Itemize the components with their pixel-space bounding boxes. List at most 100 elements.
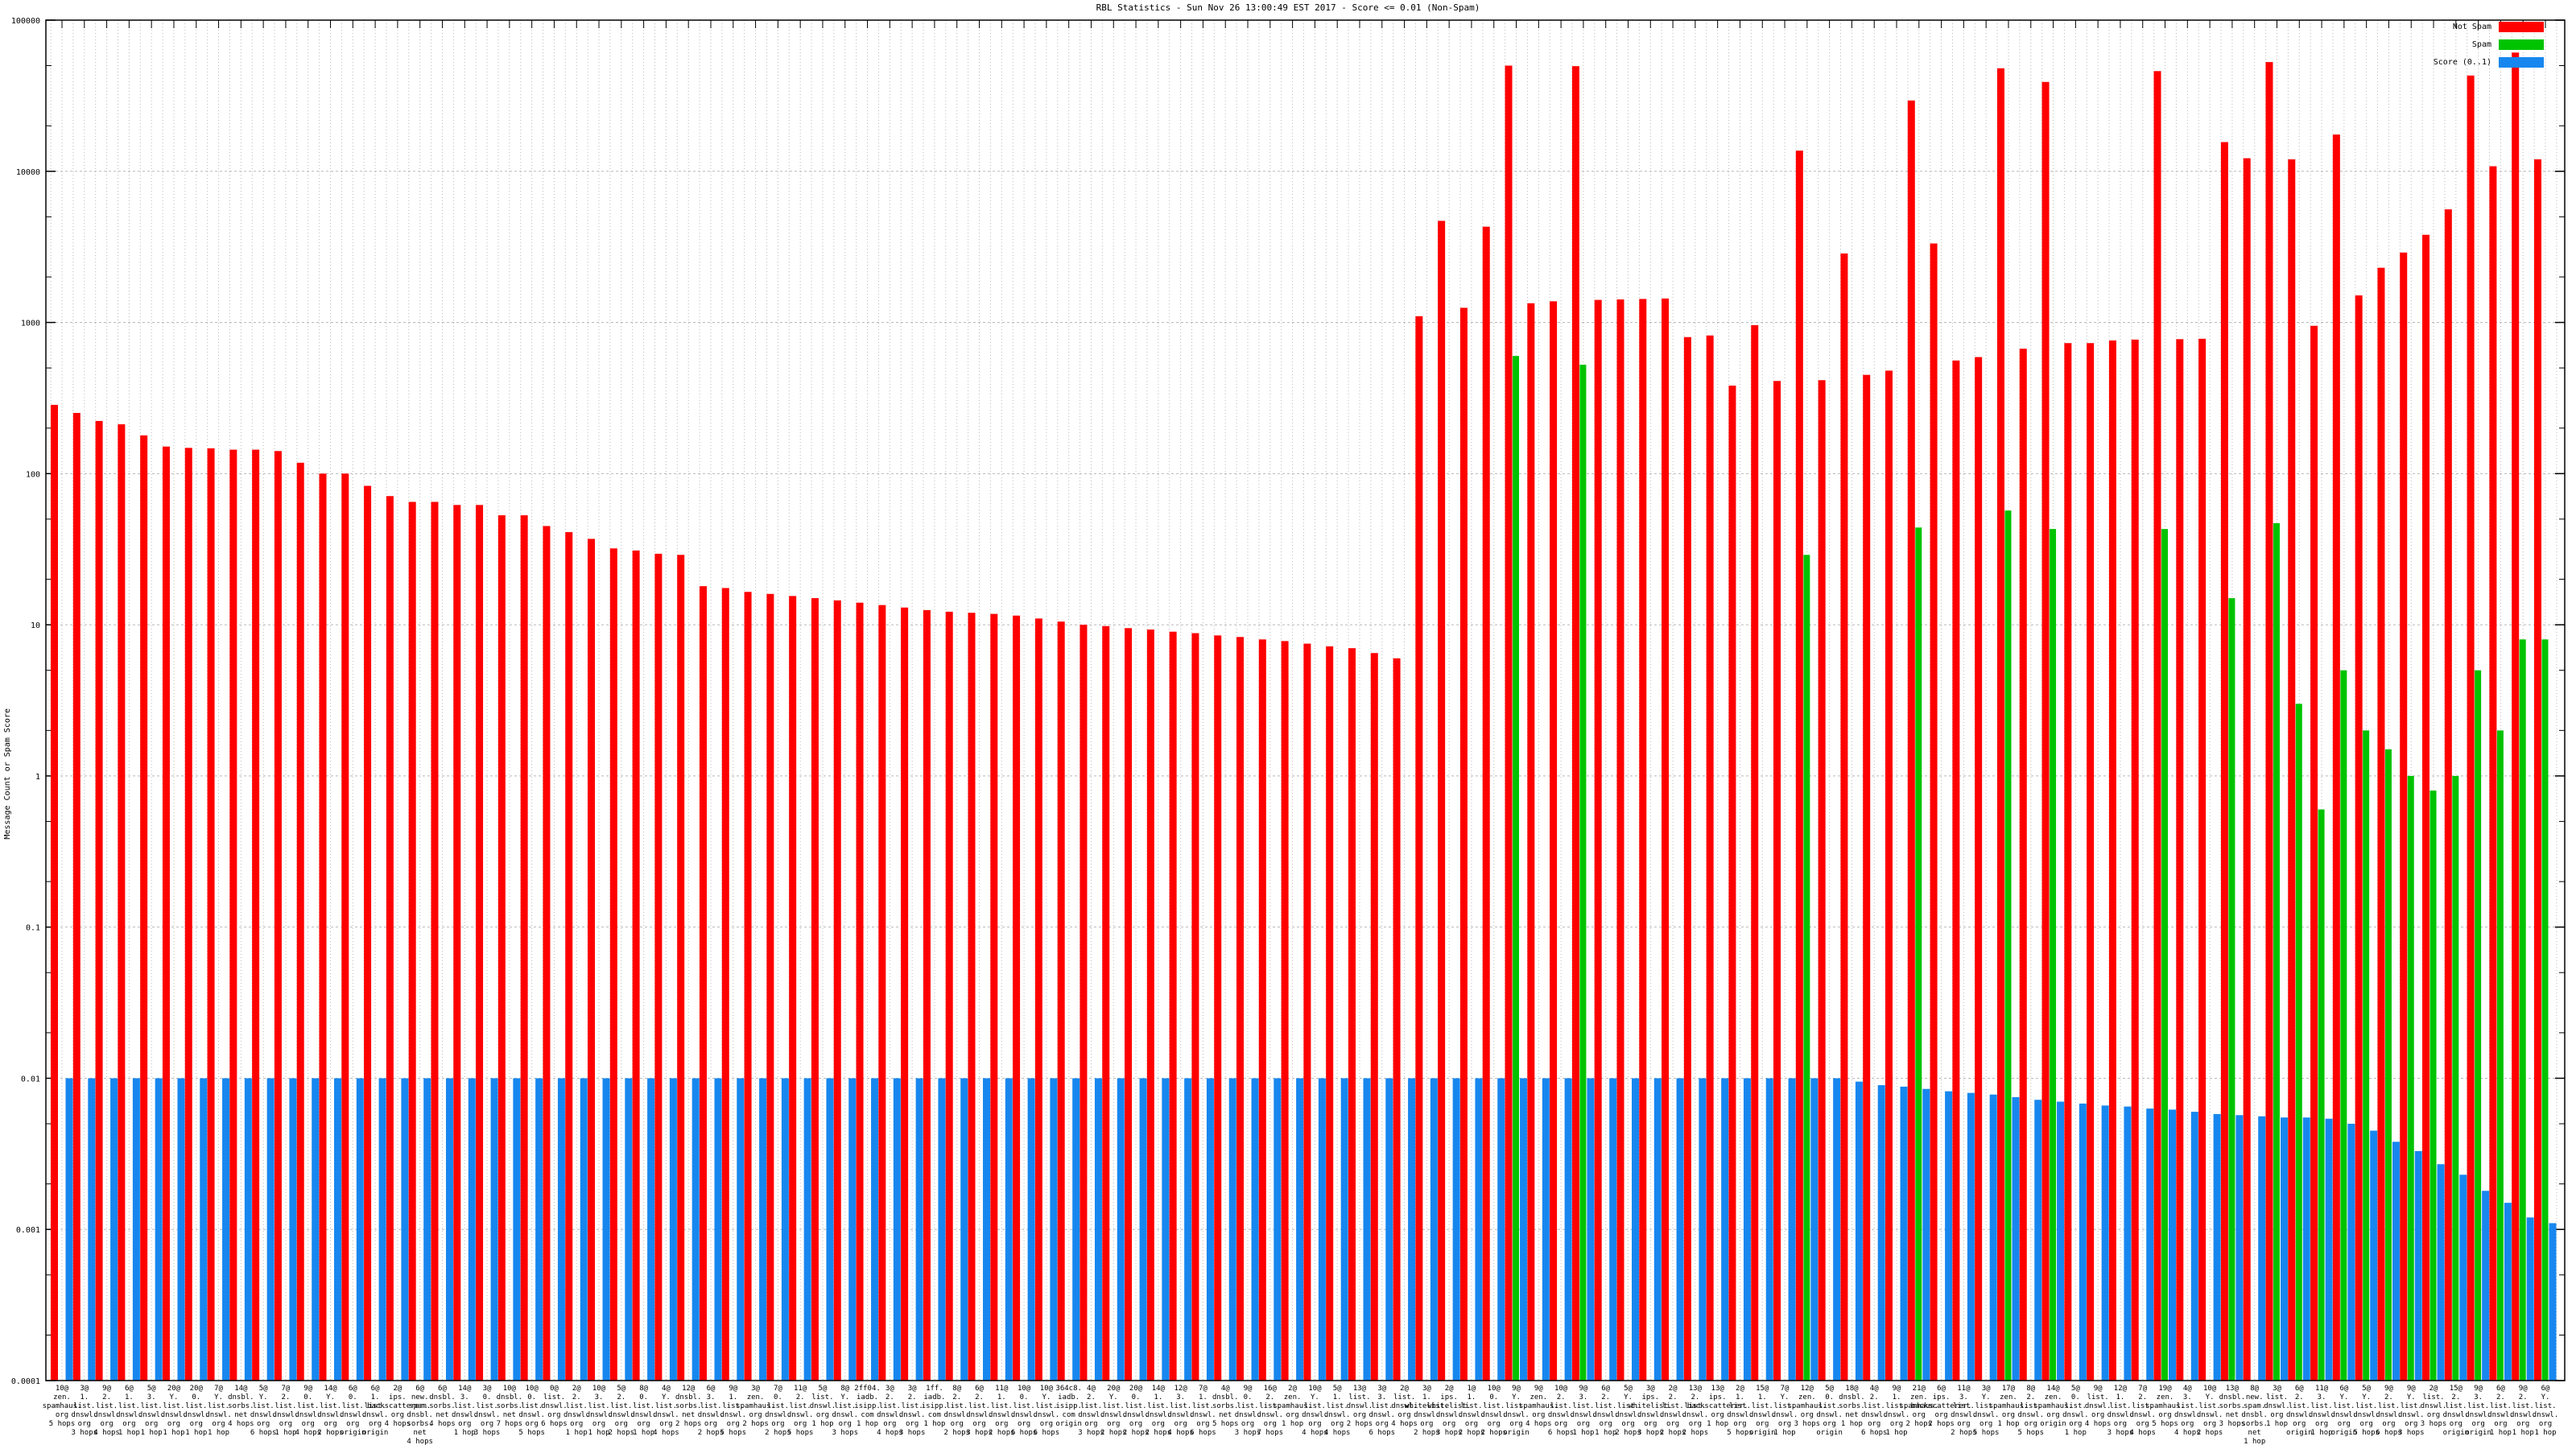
x-tick-label-line: org — [749, 1411, 762, 1419]
x-tick-label-line: list. — [1550, 1402, 1572, 1410]
bar-not-spam — [744, 592, 752, 1381]
x-tick-label-line: 3 hops — [1794, 1420, 1821, 1428]
bar-not-spam — [1639, 299, 1647, 1381]
x-tick-label-line: dnswl. — [2018, 1411, 2045, 1419]
x-tick-label-line: 2@ — [1400, 1385, 1409, 1393]
x-tick-label-line: 6@ — [415, 1385, 424, 1393]
x-tick-label-line: list. — [633, 1402, 654, 1410]
x-tick-label-line: com — [861, 1411, 873, 1419]
x-tick-label-line: net — [436, 1411, 448, 1419]
bar-score — [2213, 1113, 2221, 1381]
x-tick-label-line: 1 hop — [2244, 1438, 2265, 1446]
y-tick-label: 1 — [35, 773, 40, 782]
x-tick-label-line: list. — [566, 1402, 588, 1410]
x-tick-label-line: org — [951, 1420, 964, 1428]
bar-not-spam — [1996, 68, 2004, 1381]
y-axis-title: Message Count or Spam Score — [3, 708, 12, 840]
x-tick-label-line: list. — [1393, 1393, 1415, 1402]
bar-score — [1206, 1078, 1214, 1381]
x-tick-label-line: list. — [946, 1402, 968, 1410]
x-tick-label-line: 9@ — [102, 1385, 111, 1393]
x-tick-label-line: origin — [1816, 1429, 1843, 1437]
x-tick-label-line: org — [56, 1411, 68, 1419]
bar-not-spam — [632, 550, 640, 1381]
x-tick-label-line: 0@ — [550, 1385, 559, 1393]
y-tick-label: 100000 — [11, 17, 40, 26]
x-tick-label-line: 1 hop — [1595, 1429, 1616, 1437]
x-tick-label-line: list. — [454, 1402, 476, 1410]
x-tick-label-line: org — [704, 1420, 717, 1428]
x-tick-label-line: org — [1600, 1420, 1612, 1428]
x-tick-label-line: 2. — [2519, 1393, 2528, 1402]
x-tick-label-line: 1. — [1758, 1393, 1767, 1402]
bar-not-spam — [1013, 615, 1021, 1381]
bar-score — [1788, 1078, 1796, 1381]
x-tick-label-line: 0. — [1132, 1393, 1141, 1402]
x-tick-label-line: 3@ — [751, 1385, 760, 1393]
bar-not-spam — [2131, 339, 2139, 1381]
x-tick-label-line: org — [2450, 1420, 2462, 1428]
x-tick-label-line: org — [526, 1420, 539, 1428]
x-tick-label-line: 0. — [483, 1393, 492, 1402]
x-tick-label-line: list. — [1170, 1402, 1191, 1410]
x-tick-label-line: 1 hop — [1997, 1420, 2019, 1428]
x-tick-label-line: org — [1957, 1420, 1970, 1428]
x-tick-label-line: 9@ — [2384, 1385, 2393, 1393]
bar-not-spam — [296, 462, 304, 1381]
x-tick-label-line: list. — [96, 1402, 118, 1410]
bar-not-spam — [1594, 299, 1602, 1381]
x-tick-label-line: 20@ — [1107, 1385, 1121, 1393]
x-tick-label-line: 1 hop — [163, 1429, 184, 1437]
x-tick-label-line: 3. — [2474, 1393, 2483, 1402]
y-tick-label: 1000 — [21, 320, 40, 328]
x-tick-label-line: 3. — [707, 1393, 716, 1402]
bar-score — [848, 1078, 857, 1381]
bar-score — [1631, 1078, 1639, 1381]
x-tick-label-line: 6@ — [2339, 1385, 2348, 1393]
x-tick-label-line: 14@ — [324, 1385, 337, 1393]
x-tick-label-line: org — [771, 1420, 784, 1428]
x-tick-label-line: 0. — [639, 1393, 648, 1402]
x-tick-label-line: sorbs. — [675, 1402, 702, 1410]
x-tick-label-line: 20@ — [1129, 1385, 1143, 1393]
x-tick-label-line: 1 hop — [566, 1429, 588, 1437]
x-tick-label-line: list. — [2355, 1402, 2377, 1410]
bar-score — [691, 1078, 700, 1381]
bar-score — [2302, 1117, 2310, 1381]
bar-not-spam — [1706, 335, 1714, 1381]
legend-swatch — [2499, 21, 2544, 32]
x-tick-label-line: new. — [411, 1393, 429, 1402]
x-tick-label-line: org — [1689, 1420, 1702, 1428]
x-tick-label-line: 4 hops — [1324, 1429, 1351, 1437]
x-tick-label-line: 5 hops — [720, 1429, 747, 1437]
x-tick-label-line: org — [2025, 1420, 2037, 1428]
bar-not-spam — [2467, 75, 2475, 1381]
x-tick-label-line: org — [1308, 1420, 1321, 1428]
bar-score — [1676, 1078, 1684, 1381]
x-tick-label-line: dnswl. — [1190, 1411, 1216, 1419]
x-tick-label-line: org — [1711, 1411, 1724, 1419]
x-tick-label-line: list. — [1729, 1402, 1751, 1410]
x-tick-label-line: list. — [1013, 1402, 1035, 1410]
bar-score — [289, 1078, 297, 1381]
bar-not-spam — [497, 515, 506, 1381]
x-tick-label-line: list. — [521, 1402, 543, 1410]
x-tick-label-line: Y. — [214, 1393, 223, 1402]
x-tick-label-line: list. — [2401, 1402, 2422, 1410]
x-tick-label-line: org — [2427, 1411, 2440, 1419]
x-tick-label-line: 2. — [2451, 1393, 2460, 1402]
bar-score — [1452, 1078, 1460, 1381]
x-tick-label-line: org — [2293, 1420, 2306, 1428]
x-tick-label-line: 0. — [192, 1393, 200, 1402]
x-tick-label-line: 20@ — [190, 1385, 204, 1393]
bar-spam — [2452, 775, 2459, 1381]
x-tick-label-line: 5 hops — [787, 1429, 814, 1437]
x-tick-label-line: org — [592, 1420, 605, 1428]
rbl-chart: 100000 10000 1000 100 10 1 0.1 0.01 0.001 0.0001 1… — [0, 0, 2576, 1449]
x-tick-label-line: Y. — [2362, 1393, 2371, 1402]
bar-spam — [1579, 365, 1587, 1381]
bar-score — [222, 1078, 230, 1381]
x-tick-label-line: dnsbl. — [497, 1393, 523, 1402]
x-tick-label-line: 3 hops — [474, 1429, 501, 1437]
x-tick-label-line: org — [100, 1420, 113, 1428]
